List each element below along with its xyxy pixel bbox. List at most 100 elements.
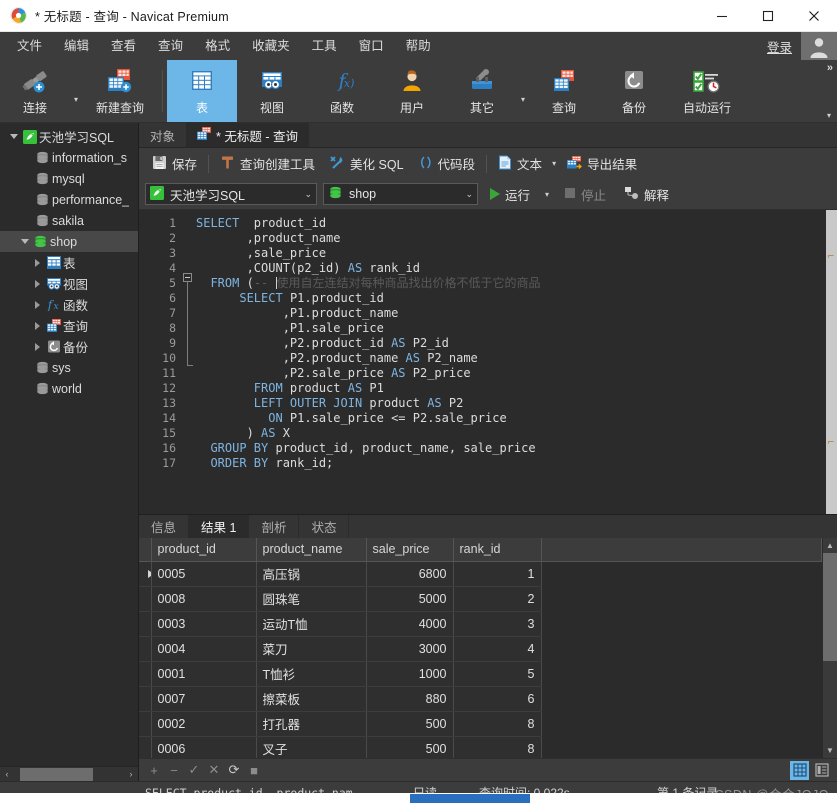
refresh-icon[interactable]: ⟳ bbox=[225, 761, 243, 779]
menu-favorites[interactable]: 收藏夹 bbox=[241, 32, 301, 60]
explain-button[interactable]: 解释 bbox=[618, 182, 675, 206]
table-row[interactable]: 0008 圆珠笔 5000 2 bbox=[139, 586, 822, 612]
twisty-right-icon[interactable] bbox=[31, 342, 44, 351]
ribbon-automation[interactable]: 自动运行 bbox=[669, 60, 745, 122]
cell-rank-id[interactable]: 4 bbox=[453, 636, 542, 662]
row-marker[interactable] bbox=[139, 611, 152, 637]
export-result-button[interactable]: 导出结果 bbox=[559, 151, 644, 176]
table-row[interactable]: 0007 擦菜板 880 6 bbox=[139, 686, 822, 712]
twisty-right-icon[interactable] bbox=[31, 279, 44, 288]
scroll-up-icon[interactable]: ▲ bbox=[823, 538, 837, 553]
sidebar-item-queries[interactable]: 查询 bbox=[0, 315, 138, 336]
cell-product-name[interactable]: 打孔器 bbox=[256, 711, 367, 737]
sidebar-item-views[interactable]: 视图 bbox=[0, 273, 138, 294]
close-button[interactable] bbox=[791, 0, 837, 32]
tab-status[interactable]: 状态 bbox=[299, 515, 350, 538]
cell-product-name[interactable]: T恤衫 bbox=[256, 661, 367, 687]
connection-dropdown-caret[interactable]: ▾ bbox=[70, 60, 82, 122]
tab-objects[interactable]: 对象 bbox=[139, 123, 186, 147]
connection-select[interactable]: 天池学习SQL ⌄ bbox=[145, 183, 317, 205]
maximize-button[interactable] bbox=[745, 0, 791, 32]
menu-edit[interactable]: 编辑 bbox=[53, 32, 100, 60]
table-row[interactable]: 0004 菜刀 3000 4 bbox=[139, 636, 822, 662]
result-grid-scroll[interactable]: product_id product_name sale_price rank_… bbox=[139, 538, 822, 758]
sidebar-item-functions[interactable]: fx 函数 bbox=[0, 294, 138, 315]
sidebar-item-sakila[interactable]: sakila bbox=[0, 210, 138, 231]
text-dropdown-caret[interactable]: ▾ bbox=[549, 159, 559, 168]
cell-product-name[interactable]: 圆珠笔 bbox=[256, 586, 367, 612]
menu-help[interactable]: 帮助 bbox=[395, 32, 442, 60]
cell-sale-price[interactable]: 5000 bbox=[366, 586, 454, 612]
sql-editor[interactable]: 1 2 3 4 5 6 7 8 9 10 11 12 13 14 15 16 1… bbox=[139, 210, 837, 514]
menu-format[interactable]: 格式 bbox=[194, 32, 241, 60]
table-row[interactable]: 0006 叉子 500 8 bbox=[139, 736, 822, 758]
ribbon-user[interactable]: 用户 bbox=[377, 60, 447, 122]
menu-file[interactable]: 文件 bbox=[6, 32, 53, 60]
scrollbar-track[interactable] bbox=[822, 553, 837, 743]
column-header-rank-id[interactable]: rank_id bbox=[453, 538, 542, 562]
text-button[interactable]: 文本 bbox=[491, 151, 549, 176]
twisty-down-icon[interactable] bbox=[18, 239, 31, 244]
save-button[interactable]: 保存 bbox=[145, 151, 204, 176]
cell-product-id[interactable]: 0004 bbox=[151, 636, 257, 662]
sidebar-item-sys[interactable]: sys bbox=[0, 357, 138, 378]
cell-product-id[interactable]: 0001 bbox=[151, 661, 257, 687]
scroll-right-icon[interactable]: › bbox=[124, 768, 138, 781]
cell-rank-id[interactable]: 2 bbox=[453, 586, 542, 612]
remove-record-icon[interactable]: − bbox=[165, 761, 183, 779]
run-button[interactable]: 运行 bbox=[484, 182, 536, 206]
row-marker[interactable] bbox=[139, 661, 152, 687]
cell-product-id[interactable]: 0007 bbox=[151, 686, 257, 712]
cell-sale-price[interactable]: 3000 bbox=[366, 636, 454, 662]
cell-rank-id[interactable]: 5 bbox=[453, 661, 542, 687]
ribbon-backup[interactable]: 备份 bbox=[599, 60, 669, 122]
ribbon-expand-caret[interactable]: ▾ bbox=[827, 111, 831, 120]
add-record-icon[interactable]: + bbox=[145, 761, 163, 779]
cell-product-id[interactable]: 0005 bbox=[151, 561, 257, 587]
menu-query[interactable]: 查询 bbox=[147, 32, 194, 60]
sidebar-horizontal-scrollbar[interactable]: ‹ › bbox=[0, 766, 138, 781]
cell-product-name[interactable]: 高压锅 bbox=[256, 561, 367, 587]
run-dropdown-caret[interactable]: ▾ bbox=[542, 190, 552, 199]
menu-tools[interactable]: 工具 bbox=[301, 32, 348, 60]
cell-sale-price[interactable]: 500 bbox=[366, 736, 454, 758]
stop-icon[interactable]: ■ bbox=[245, 761, 263, 779]
ribbon-other[interactable]: 其它 bbox=[447, 60, 517, 122]
twisty-down-icon[interactable] bbox=[7, 134, 20, 139]
cell-product-name[interactable]: 叉子 bbox=[256, 736, 367, 758]
ribbon-function[interactable]: f (x) 函数 bbox=[307, 60, 377, 122]
other-dropdown-caret[interactable]: ▾ bbox=[517, 60, 529, 122]
cell-sale-price[interactable]: 4000 bbox=[366, 611, 454, 637]
apply-changes-icon[interactable]: ✓ bbox=[185, 761, 203, 779]
column-header-product-name[interactable]: product_name bbox=[256, 538, 367, 562]
table-row[interactable]: 0001 T恤衫 1000 5 bbox=[139, 661, 822, 687]
code-folding-column[interactable] bbox=[182, 210, 196, 514]
cell-product-name[interactable]: 菜刀 bbox=[256, 636, 367, 662]
cell-product-id[interactable]: 0008 bbox=[151, 586, 257, 612]
cell-product-name[interactable]: 运动T恤 bbox=[256, 611, 367, 637]
cell-rank-id[interactable]: 3 bbox=[453, 611, 542, 637]
tab-untitled-query[interactable]: * 无标题 - 查询 bbox=[186, 123, 309, 147]
cell-product-name[interactable]: 擦菜板 bbox=[256, 686, 367, 712]
fold-collapse-icon[interactable] bbox=[183, 273, 192, 282]
scrollbar-thumb[interactable] bbox=[20, 767, 93, 781]
scrollbar-track[interactable] bbox=[14, 767, 124, 781]
ribbon-new-query[interactable]: 新建查询 bbox=[82, 60, 158, 122]
snippet-button[interactable]: 代码段 bbox=[411, 151, 483, 176]
beautify-sql-button[interactable]: 美化 SQL bbox=[322, 151, 411, 176]
cell-product-id[interactable]: 0003 bbox=[151, 611, 257, 637]
sidebar-item-tables[interactable]: 表 bbox=[0, 252, 138, 273]
row-marker[interactable] bbox=[139, 736, 152, 758]
cancel-changes-icon[interactable]: ✕ bbox=[205, 761, 223, 779]
twisty-right-icon[interactable] bbox=[31, 258, 44, 267]
ribbon-query[interactable]: 查询 bbox=[529, 60, 599, 122]
column-header-product-id[interactable]: product_id bbox=[151, 538, 257, 562]
cell-product-id[interactable]: 0002 bbox=[151, 711, 257, 737]
login-link[interactable]: 登录 bbox=[767, 37, 801, 56]
ribbon-overflow-chevrons[interactable]: » bbox=[827, 62, 833, 74]
code-content[interactable]: SELECT product_id ,product_name ,sale_pr… bbox=[196, 210, 837, 514]
cell-sale-price[interactable]: 880 bbox=[366, 686, 454, 712]
table-row[interactable]: 0005 高压锅 6800 1 bbox=[139, 561, 822, 587]
sidebar-item-information-schema[interactable]: information_s bbox=[0, 147, 138, 168]
sidebar-item-connection[interactable]: 天池学习SQL bbox=[0, 126, 138, 147]
